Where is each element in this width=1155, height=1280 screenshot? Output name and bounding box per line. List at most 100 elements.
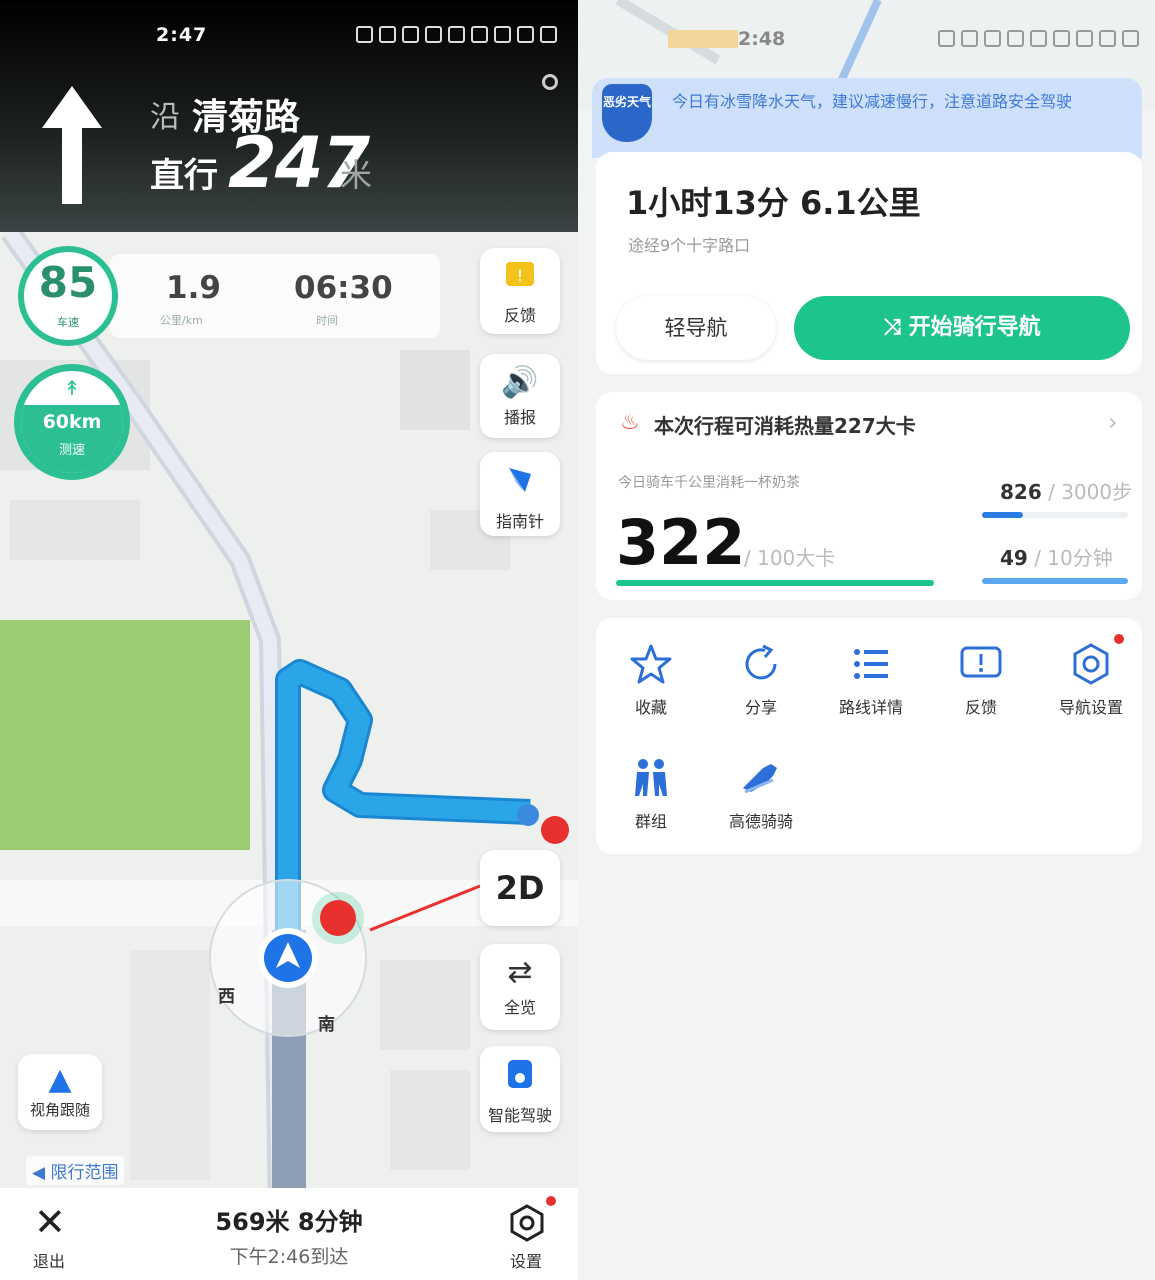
straight-arrow-icon [42, 86, 102, 204]
settings-icon[interactable] [508, 1204, 546, 1242]
chevron-right-icon[interactable]: › [1108, 408, 1118, 436]
tool-label: 高德骑骑 [728, 812, 793, 831]
restricted-area-label[interactable]: ◀ 限行范围 [26, 1156, 125, 1185]
steps-stat: 826 / 3000步 [1000, 476, 1132, 505]
feedback-tool[interactable]: 反馈 [926, 640, 1036, 718]
gps-icon [542, 74, 558, 90]
tool-label: 分享 [744, 698, 777, 717]
calorie-title: 本次行程可消耗热量227大卡 [654, 414, 916, 438]
info-label: 时间 [316, 314, 338, 327]
camera-icon: ↟ [63, 376, 81, 400]
navigation-arrow-icon: ▲ [48, 1062, 72, 1097]
map-label-west: 西 [218, 987, 235, 1007]
svg-text:!: ! [517, 266, 523, 285]
star-icon [630, 644, 672, 684]
settings-label[interactable]: 设置 [510, 1248, 542, 1272]
arrival-time: 下午2:46到达 [229, 1246, 349, 1268]
group-icon [635, 759, 667, 796]
weather-alert-banner[interactable]: 恶劣天气 今日有冰雪降水天气，建议减速慢行，注意道路安全驾驶 [592, 78, 1142, 158]
notification-dot [546, 1196, 556, 1206]
info-label: 公里/km [160, 314, 203, 327]
speed-indicator: 85 车速 [18, 246, 118, 346]
weather-alert-badge: 恶劣天气 [602, 84, 652, 142]
group-tool[interactable]: 群组 [596, 754, 706, 832]
route-overview-button[interactable]: ⇄ 全览 [480, 944, 560, 1030]
tool-label: 导航设置 [1058, 698, 1123, 717]
speed-value: 85 [38, 258, 98, 307]
navigation-bottom-bar: ✕ 退出 569米 8分钟 下午2:46到达 设置 [0, 1188, 578, 1280]
voice-broadcast-button[interactable]: 🔊 播报 [480, 354, 560, 438]
share-icon [745, 644, 777, 680]
calorie-card[interactable]: ♨ 本次行程可消耗热量227大卡 › 今日骑车千公里消耗一杯奶茶 322 / 1… [596, 392, 1142, 600]
share-tool[interactable]: 分享 [706, 640, 816, 718]
calorie-target: / 100大卡 [744, 546, 836, 570]
view-follow-button[interactable]: ▲ 视角跟随 [18, 1054, 102, 1130]
distance-unit: 米 [340, 156, 373, 194]
navigation-panel: 2:47 沿 清菊路 直行 247 米 1.9 公里/km 06:30 时间 8… [0, 0, 578, 1280]
settings-icon [1073, 643, 1109, 685]
action-text: 直行 [150, 156, 218, 196]
smart-drive-button[interactable]: 智能驾驶 [480, 1046, 560, 1132]
report-icon: ! [480, 260, 560, 298]
tool-label: 群组 [634, 812, 667, 831]
compass-label: 指南针 [495, 512, 544, 531]
report-label: 反馈 [503, 306, 536, 325]
route-via: 途经9个十字路口 [628, 236, 751, 255]
tool-label: 反馈 [964, 698, 997, 717]
trip-info-strip: 1.9 公里/km 06:30 时间 [110, 254, 440, 338]
navigation-settings-tool[interactable]: 导航设置 [1036, 640, 1146, 718]
report-button[interactable]: ! 反馈 [480, 248, 560, 334]
minutes-value: 49 [1000, 546, 1028, 570]
status-icons [938, 30, 1139, 47]
turn-instruction-header: 2:47 沿 清菊路 直行 247 米 [0, 0, 578, 232]
speaker-icon: 🔊 [501, 365, 539, 400]
start-cycling-navigation-button[interactable]: ⤨ 开始骑行导航 [794, 296, 1130, 360]
compass-icon [480, 464, 560, 504]
status-icons [356, 26, 557, 43]
feedback-icon [960, 646, 1002, 678]
status-time: 2:47 [156, 24, 208, 46]
minutes-target: / 10分钟 [1027, 546, 1113, 570]
map-label-south: 南 [318, 1015, 335, 1035]
tool-label: 收藏 [634, 698, 667, 717]
notification-dot [1114, 634, 1124, 644]
camera-limit: 60km [21, 405, 123, 439]
start-label: 开始骑行导航 [908, 315, 1041, 340]
tool-label: 路线详情 [838, 698, 903, 717]
route-overview-icon: ⇄ [507, 955, 533, 990]
info-value: 06:30 [294, 270, 393, 306]
minutes-progress-fill [982, 578, 1128, 584]
speed-camera-indicator: ↟ 60km 测速 [14, 364, 130, 480]
broadcast-label: 播报 [503, 408, 536, 427]
shoe-icon [743, 764, 777, 794]
overview-label: 全览 [503, 998, 536, 1017]
route-summary-panel: 2:48 恶劣天气 今日有冰雪降水天气，建议减速慢行，注意道路安全驾驶 1小时1… [578, 0, 1155, 1280]
list-icon [854, 649, 888, 679]
shuffle-icon: ⤨ [883, 315, 909, 340]
cycling-shoe-tool[interactable]: 高德骑骑 [706, 754, 816, 832]
calorie-value: 322 [616, 506, 746, 579]
favorite-tool[interactable]: 收藏 [596, 640, 706, 718]
view-follow-label: 视角跟随 [29, 1101, 90, 1119]
steps-target: / 3000步 [1041, 480, 1133, 504]
route-duration-distance: 1小时13分 6.1公里 [626, 184, 921, 222]
calorie-subtitle: 今日骑车千公里消耗一杯奶茶 [618, 475, 800, 491]
compass-button[interactable]: 指南针 [480, 452, 560, 536]
tools-grid: 收藏 分享 路线详情 反馈 导航设置 群组 高德骑骑 [596, 618, 1142, 854]
route-details-tool[interactable]: 路线详情 [816, 640, 926, 718]
light-navigation-button[interactable]: 轻导航 [616, 296, 776, 360]
info-value: 1.9 [166, 270, 221, 306]
route-card: 1小时13分 6.1公里 途经9个十字路口 轻导航 ⤨ 开始骑行导航 [596, 152, 1142, 374]
steps-progress-fill [982, 512, 1023, 518]
fire-icon: ♨ [620, 410, 640, 435]
remaining-distance-time: 569米 8分钟 [215, 1208, 363, 1236]
smart-icon [480, 1058, 560, 1098]
smart-label: 智能驾驶 [487, 1106, 552, 1125]
along-prefix: 沿 [150, 100, 180, 135]
steps-value: 826 [1000, 480, 1042, 504]
minutes-stat: 49 / 10分钟 [1000, 542, 1113, 571]
status-time: 2:48 [738, 28, 786, 50]
speed-label: 车速 [57, 316, 79, 329]
calorie-progress-fill [616, 580, 934, 586]
view-mode-2d-button[interactable]: 2D [480, 850, 560, 926]
